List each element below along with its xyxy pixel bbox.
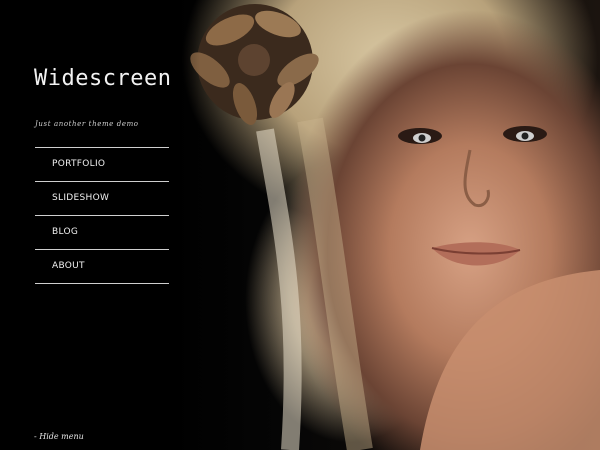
nav-item-slideshow[interactable]: SLIDESHOW bbox=[35, 182, 169, 216]
hero-image bbox=[170, 0, 600, 450]
nav-item-blog[interactable]: BLOG bbox=[35, 216, 169, 250]
site-title[interactable]: Widescreen bbox=[34, 66, 171, 91]
hair-flower bbox=[190, 4, 319, 125]
sidebar: Widescreen Just another theme demo PORTF… bbox=[0, 0, 200, 450]
main-nav: PORTFOLIO SLIDESHOW BLOG ABOUT bbox=[35, 147, 169, 284]
hide-menu-link[interactable]: - Hide menu bbox=[34, 432, 84, 441]
site-tagline: Just another theme demo bbox=[35, 120, 139, 128]
nav-item-about[interactable]: ABOUT bbox=[35, 250, 169, 284]
portrait-illustration bbox=[190, 4, 600, 450]
nav-item-portfolio[interactable]: PORTFOLIO bbox=[35, 148, 169, 182]
